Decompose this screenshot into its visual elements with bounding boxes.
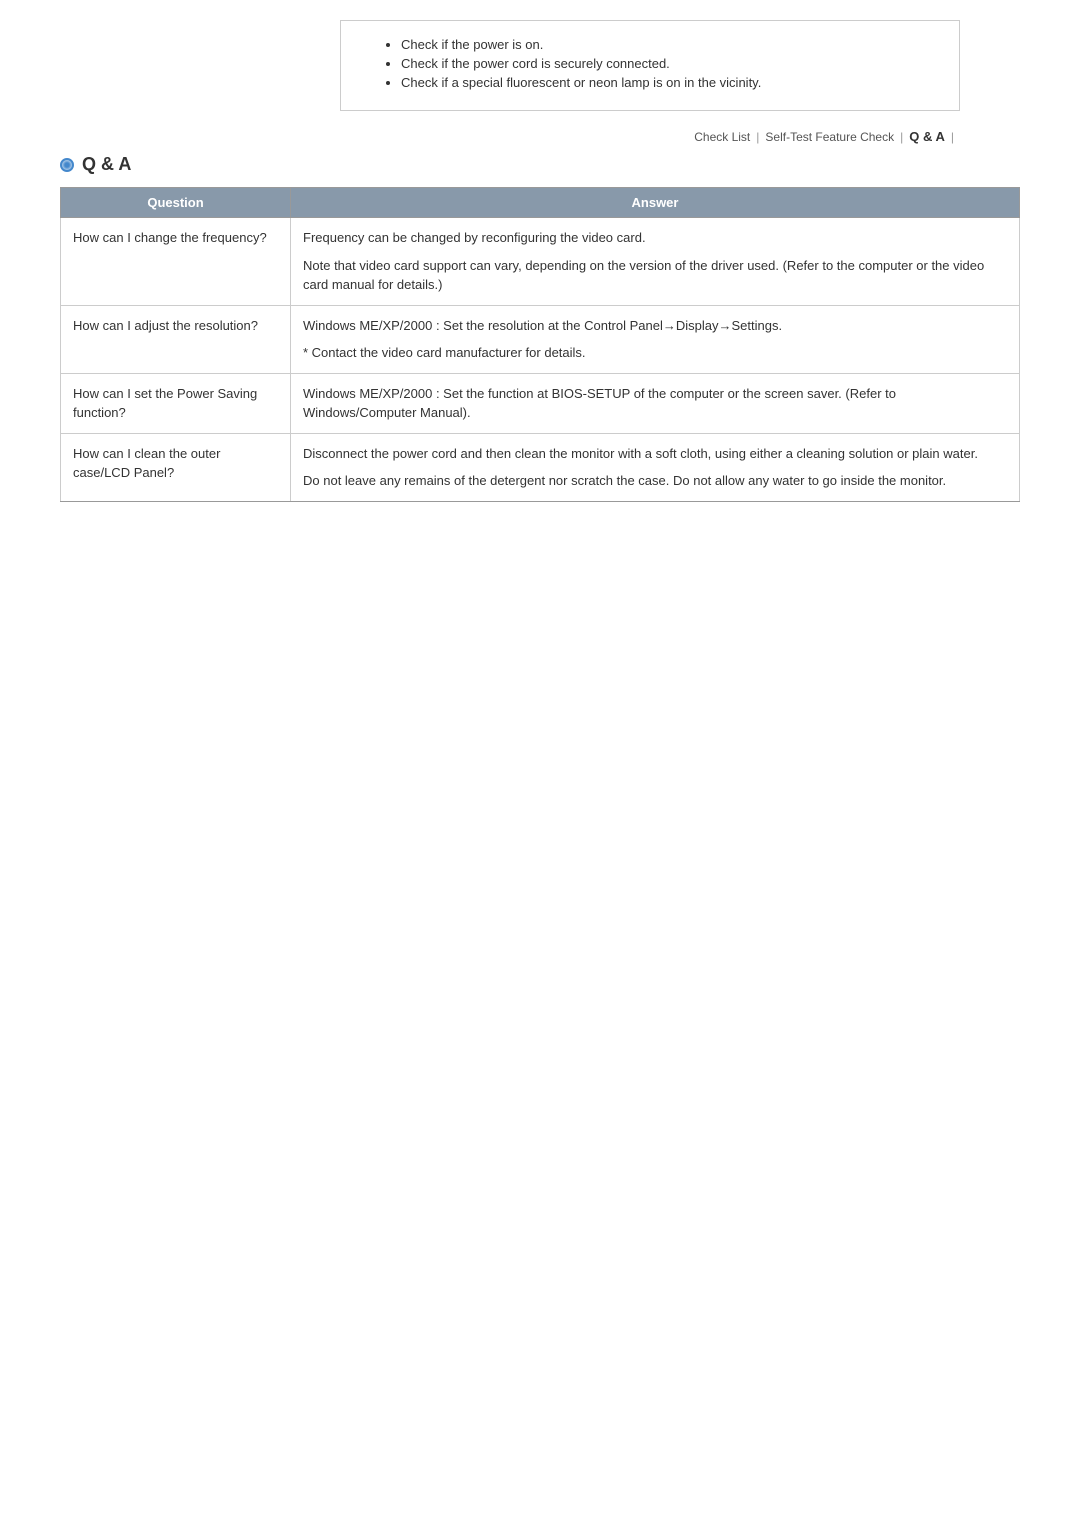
table-row: How can I change the frequency? Frequency…: [61, 218, 1020, 306]
checklist-list: Check if the power is on. Check if the po…: [381, 37, 939, 90]
qa-table: Question Answer How can I change the fre…: [60, 187, 1020, 502]
answer-cell: Frequency can be changed by reconfigurin…: [291, 218, 1020, 306]
section-dot-icon: [60, 158, 74, 172]
col-header-answer: Answer: [291, 188, 1020, 218]
nav-selftest-link[interactable]: Self-Test Feature Check: [765, 130, 894, 144]
answer-paragraph: Frequency can be changed by reconfigurin…: [303, 228, 1007, 248]
nav-links: Check List | Self-Test Feature Check | Q…: [60, 129, 960, 144]
answer-paragraph: Disconnect the power cord and then clean…: [303, 444, 1007, 464]
top-checklist-box: Check if the power is on. Check if the po…: [340, 20, 960, 111]
table-row: How can I adjust the resolution? Windows …: [61, 305, 1020, 373]
nav-sep3: |: [951, 130, 954, 144]
nav-active: Q & A: [909, 129, 945, 144]
nav-sep1: |: [756, 130, 759, 144]
checklist-item: Check if the power is on.: [401, 37, 939, 52]
question-cell: How can I change the frequency?: [61, 218, 291, 306]
nav-sep2: |: [900, 130, 903, 144]
answer-cell: Disconnect the power cord and then clean…: [291, 433, 1020, 501]
col-header-question: Question: [61, 188, 291, 218]
table-header-row: Question Answer: [61, 188, 1020, 218]
answer-paragraph: Windows ME/XP/2000 : Set the resolution …: [303, 316, 1007, 336]
answer-paragraph: Windows ME/XP/2000 : Set the function at…: [303, 384, 1007, 423]
answer-paragraph: * Contact the video card manufacturer fo…: [303, 343, 1007, 363]
table-row: How can I set the Power Saving function?…: [61, 373, 1020, 433]
question-cell: How can I set the Power Saving function?: [61, 373, 291, 433]
checklist-item: Check if the power cord is securely conn…: [401, 56, 939, 71]
section-title-container: Q & A: [60, 154, 1020, 175]
answer-paragraph: Do not leave any remains of the detergen…: [303, 471, 1007, 491]
answer-cell: Windows ME/XP/2000 : Set the function at…: [291, 373, 1020, 433]
nav-checklist-link[interactable]: Check List: [694, 130, 750, 144]
answer-cell: Windows ME/XP/2000 : Set the resolution …: [291, 305, 1020, 373]
answer-paragraph: Note that video card support can vary, d…: [303, 256, 1007, 295]
table-row: How can I clean the outer case/LCD Panel…: [61, 433, 1020, 501]
checklist-item: Check if a special fluorescent or neon l…: [401, 75, 939, 90]
section-title: Q & A: [82, 154, 131, 175]
question-cell: How can I adjust the resolution?: [61, 305, 291, 373]
question-cell: How can I clean the outer case/LCD Panel…: [61, 433, 291, 501]
